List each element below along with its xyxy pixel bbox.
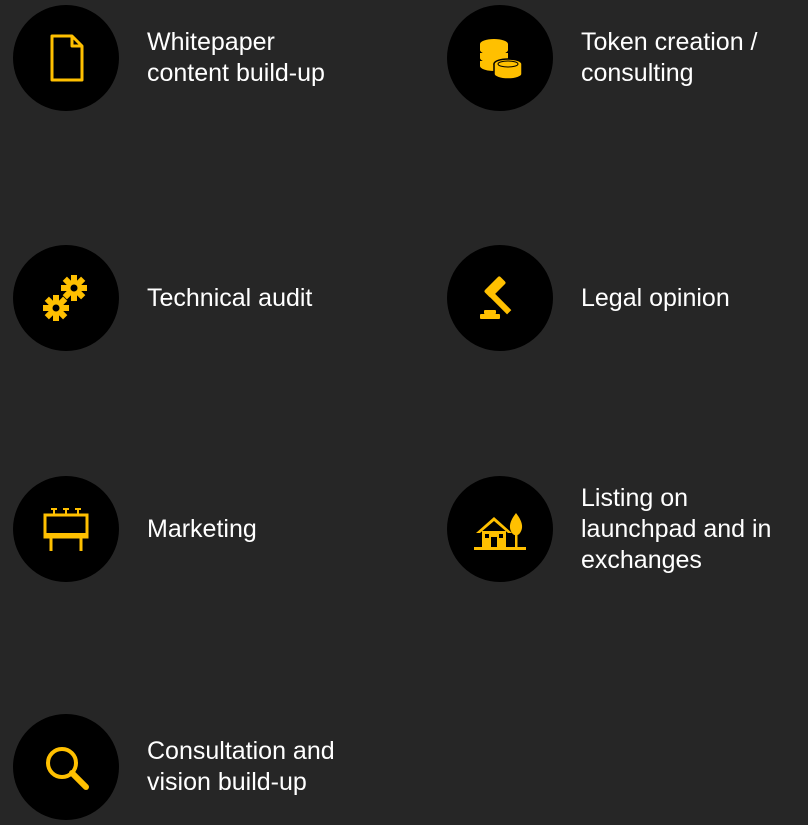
gavel-icon [480,276,512,319]
service-label-line: Marketing [147,514,257,543]
service-label-line: Token creation / [581,28,758,56]
service-label-line: Legal opinion [581,283,730,312]
icon-circle [447,245,553,351]
service-item-marketing: Marketing [13,476,257,582]
service-item-technical-audit: Technical audit [13,245,312,351]
service-item-legal-opinion: Legal opinion [447,245,730,351]
service-label: Marketing [147,514,257,545]
service-label-line: Consultation and [147,737,335,765]
icon-circle [447,476,553,582]
house-icon [474,513,526,550]
service-label: Token creation / consulting [581,27,758,89]
service-label: Legal opinion [581,283,730,314]
service-label: Whitepaper content build-up [147,27,325,89]
service-label-line: vision build-up [147,768,307,796]
service-label-line: content build-up [147,59,325,87]
service-label: Technical audit [147,283,312,314]
gears-icon [43,275,87,321]
service-label-line: exchanges [581,545,702,574]
service-item-token: Token creation / consulting [447,5,758,111]
service-item-consultation: Consultation and vision build-up [13,714,335,820]
icon-circle [13,714,119,820]
service-label-line: Listing on [581,483,689,512]
document-icon [50,34,84,82]
service-label-line: Whitepaper [147,28,275,56]
coins-icon [480,39,523,80]
service-label-line: consulting [581,59,694,87]
service-item-listing: Listing on launchpad and in exchanges [447,476,771,582]
service-label: Consultation and vision build-up [147,736,335,798]
icon-circle [13,245,119,351]
icon-circle [13,5,119,111]
service-item-whitepaper: Whitepaper content build-up [13,5,325,111]
service-label-line: launchpad and in [581,514,772,543]
magnifier-icon [46,747,89,790]
billboard-icon [43,508,89,551]
icon-circle [447,5,553,111]
icon-circle [13,476,119,582]
service-label-line: Technical audit [147,283,313,312]
service-label: Listing on launchpad and in exchanges [581,483,771,576]
